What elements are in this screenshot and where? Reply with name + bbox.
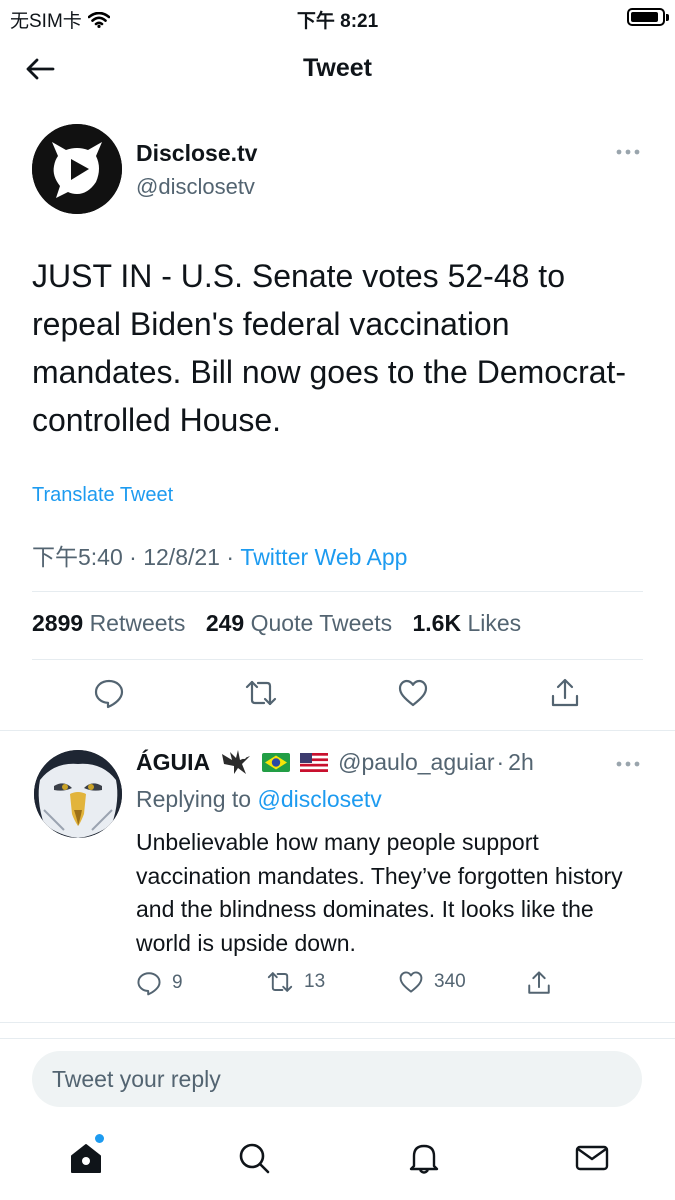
likes-label: Likes	[467, 610, 522, 636]
quotes-count: 249	[205, 610, 245, 636]
nav-header: Tweet	[0, 44, 675, 94]
retweet-icon	[245, 680, 277, 706]
eagle-emoji-icon	[222, 750, 251, 774]
tab-search[interactable]	[234, 1138, 274, 1178]
tweet-text: JUST IN - U.S. Senate votes 52-48 to rep…	[32, 258, 627, 438]
meta-separator: ·	[129, 544, 144, 570]
reply-tweet[interactable]: ÁGUIA @paulo_aguiar · 2h Replying to @disc…	[0, 740, 675, 1020]
messages-icon	[575, 1145, 609, 1171]
reply-age-separator: ·	[496, 748, 505, 775]
retweet-button[interactable]	[244, 676, 278, 710]
status-time: 下午 8:21	[296, 11, 379, 32]
tab-bar	[0, 1128, 675, 1200]
reply-reply-button[interactable]: 9	[136, 970, 183, 996]
more-options-button[interactable]	[613, 142, 643, 162]
more-horizontal-icon	[616, 761, 640, 767]
quotes-label: Quote Tweets	[250, 610, 393, 636]
share-icon	[551, 678, 579, 707]
tab-messages[interactable]	[572, 1138, 612, 1178]
usa-flag-icon	[300, 752, 329, 772]
retweets-stat[interactable]: 2899 Retweets	[32, 610, 185, 636]
retweet-icon	[267, 972, 293, 992]
tweet-date: 12/8/21	[143, 544, 220, 570]
like-count: 340	[434, 971, 466, 992]
quotes-stat[interactable]: 249 Quote Tweets	[206, 610, 392, 636]
like-icon	[399, 971, 423, 993]
author-name[interactable]: Disclose.tv	[136, 140, 257, 167]
retweets-label: Retweets	[89, 610, 186, 636]
reply-count: 9	[172, 972, 183, 993]
reply-icon	[137, 972, 161, 996]
status-bar: 无SIM卡 下午 8:21	[0, 0, 675, 36]
author-handle[interactable]: @disclosetv	[136, 174, 255, 200]
notifications-icon	[409, 1144, 439, 1174]
battery-icon	[627, 8, 669, 26]
brazil-flag-icon	[262, 752, 291, 772]
tweet-author: Disclose.tv @disclosetv	[32, 124, 643, 216]
home-icon	[71, 1144, 101, 1173]
retweets-count: 2899	[32, 610, 84, 636]
notification-dot	[95, 1134, 104, 1143]
reply-avatar[interactable]	[34, 750, 122, 838]
reply-button[interactable]	[92, 676, 126, 710]
tab-notifications[interactable]	[404, 1138, 444, 1178]
tweet-stats: 2899 Retweets 249 Quote Tweets 1.6K Like…	[32, 610, 521, 637]
reply-age: 2h	[508, 748, 534, 775]
reply-author-name[interactable]: ÁGUIA	[136, 749, 210, 776]
divider	[32, 659, 643, 660]
replying-to-link[interactable]: @disclosetv	[257, 786, 381, 812]
page-title: Tweet	[303, 54, 372, 82]
share-button[interactable]	[548, 676, 582, 710]
tweet-source-link[interactable]: Twitter Web App	[240, 544, 407, 570]
meta-separator: ·	[226, 544, 241, 570]
likes-count: 1.6K	[412, 610, 462, 636]
tweet-time: 下午5:40	[32, 544, 123, 570]
translate-link[interactable]: Translate Tweet	[32, 484, 173, 507]
divider	[0, 730, 675, 731]
retweet-count: 13	[304, 971, 326, 992]
reply-more-options-button[interactable]	[613, 754, 643, 774]
likes-stat[interactable]: 1.6K Likes	[412, 610, 521, 636]
reply-text: Unbelievable how many people support vac…	[136, 829, 623, 956]
battery-level	[631, 12, 658, 22]
divider	[0, 1022, 675, 1023]
reply-header: ÁGUIA @paulo_aguiar · 2h	[136, 748, 534, 776]
reply-like-button[interactable]: 340	[398, 970, 466, 994]
search-icon	[239, 1143, 270, 1174]
tweet-meta: 下午5:40 · 12/8/21 · Twitter Web App	[32, 538, 407, 572]
avatar[interactable]	[32, 124, 122, 214]
compose-bar	[0, 1038, 675, 1122]
divider	[32, 591, 643, 592]
replying-to: Replying to @disclosetv	[136, 786, 382, 813]
reply-share-button[interactable]	[526, 970, 552, 996]
share-icon	[528, 971, 550, 994]
eagle-avatar-icon	[34, 750, 122, 838]
tweet-actions	[0, 676, 675, 716]
reply-input[interactable]	[32, 1051, 642, 1107]
reply-retweet-button[interactable]: 13	[266, 970, 325, 994]
reply-icon	[94, 679, 124, 709]
disclose-logo-icon	[32, 124, 122, 214]
replying-prefix: Replying to	[136, 786, 252, 812]
more-horizontal-icon	[616, 149, 640, 155]
like-button[interactable]	[396, 676, 430, 710]
reply-author-handle[interactable]: @paulo_aguiar	[338, 749, 494, 776]
like-icon	[398, 679, 428, 707]
reply-actions: 9 13 340	[136, 970, 576, 1000]
tab-home[interactable]	[66, 1134, 106, 1178]
